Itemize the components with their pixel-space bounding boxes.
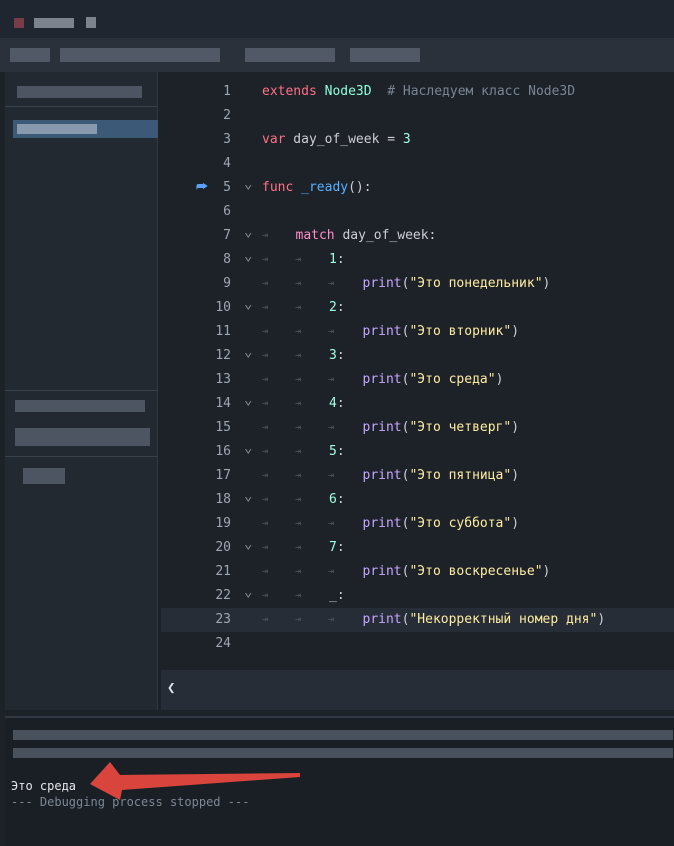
arrow-shape <box>90 762 300 800</box>
red-arrow-annotation <box>90 762 300 800</box>
